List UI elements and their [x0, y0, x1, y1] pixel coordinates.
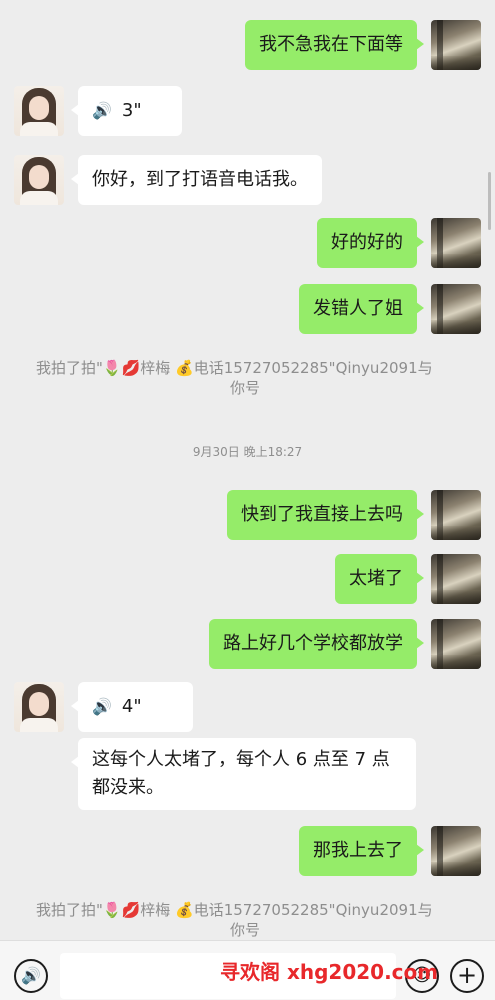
message-outgoing[interactable]: 好的好的 [317, 218, 424, 268]
contact-avatar[interactable] [14, 682, 64, 732]
chat-history[interactable]: 我不急我在下面等 🔊 3" 你好，到了打语音电话我。 好的好的 发错人了姐 我拍… [0, 0, 495, 940]
message-outgoing[interactable]: 那我上去了 [299, 826, 424, 876]
message-outgoing[interactable]: 我不急我在下面等 [245, 20, 424, 70]
voice-wave-icon: 🔊 [92, 101, 112, 120]
message-text: 这每个人太堵了，每个人 6 点至 7 点都没来。 [92, 749, 390, 798]
message-outgoing[interactable]: 太堵了 [335, 554, 424, 604]
contact-avatar[interactable] [14, 155, 64, 205]
pat-notice-line: 我拍了拍"🌷💋梓梅 💰电话15727052285"Qinyu2091与 [36, 359, 433, 377]
voice-input-button[interactable]: 🔊 [14, 959, 48, 993]
plus-icon: + [456, 961, 478, 989]
my-avatar[interactable] [431, 284, 481, 334]
watermark: 寻欢阁 xhg2020.com [220, 960, 439, 984]
message-outgoing[interactable]: 路上好几个学校都放学 [209, 619, 424, 669]
message-text: 你好，到了打语音电话我。 [92, 169, 308, 190]
voice-message[interactable]: 🔊 4" [71, 682, 193, 732]
my-avatar[interactable] [431, 490, 481, 540]
message-incoming[interactable]: 你好，到了打语音电话我。 [71, 155, 322, 205]
message-text: 太堵了 [349, 568, 403, 589]
message-text: 快到了我直接上去吗 [241, 504, 403, 525]
my-avatar[interactable] [431, 826, 481, 876]
message-incoming[interactable]: 这每个人太堵了，每个人 6 点至 7 点都没来。 [71, 738, 416, 810]
my-avatar[interactable] [431, 619, 481, 669]
message-text: 路上好几个学校都放学 [223, 633, 403, 654]
voice-duration: 4" [121, 696, 142, 717]
pat-notice-line: 你号 [230, 379, 261, 397]
voice-wave-icon: 🔊 [92, 697, 112, 716]
message-text: 发错人了姐 [313, 298, 403, 319]
more-button[interactable]: + [450, 959, 484, 993]
message-outgoing[interactable]: 发错人了姐 [299, 284, 424, 334]
message-outgoing[interactable]: 快到了我直接上去吗 [227, 490, 424, 540]
pat-notice: 我拍了拍"🌷💋梓梅 💰电话15727052285"Qinyu2091与 你号 [36, 900, 466, 940]
pat-notice-line: 你号 [230, 921, 261, 939]
message-text: 我不急我在下面等 [259, 34, 403, 55]
voice-icon: 🔊 [21, 966, 41, 985]
pat-notice: 我拍了拍"🌷💋梓梅 💰电话15727052285"Qinyu2091与 你号 [36, 358, 466, 398]
my-avatar[interactable] [431, 218, 481, 268]
message-text: 好的好的 [331, 232, 403, 253]
contact-avatar[interactable] [14, 86, 64, 136]
my-avatar[interactable] [431, 554, 481, 604]
pat-notice-line: 我拍了拍"🌷💋梓梅 💰电话15727052285"Qinyu2091与 [36, 901, 433, 919]
timestamp: 9月30日 晚上18:27 [192, 445, 303, 459]
scrollbar[interactable] [488, 172, 491, 230]
my-avatar[interactable] [431, 20, 481, 70]
voice-message[interactable]: 🔊 3" [71, 86, 182, 136]
voice-duration: 3" [121, 100, 142, 121]
message-text: 那我上去了 [313, 840, 403, 861]
